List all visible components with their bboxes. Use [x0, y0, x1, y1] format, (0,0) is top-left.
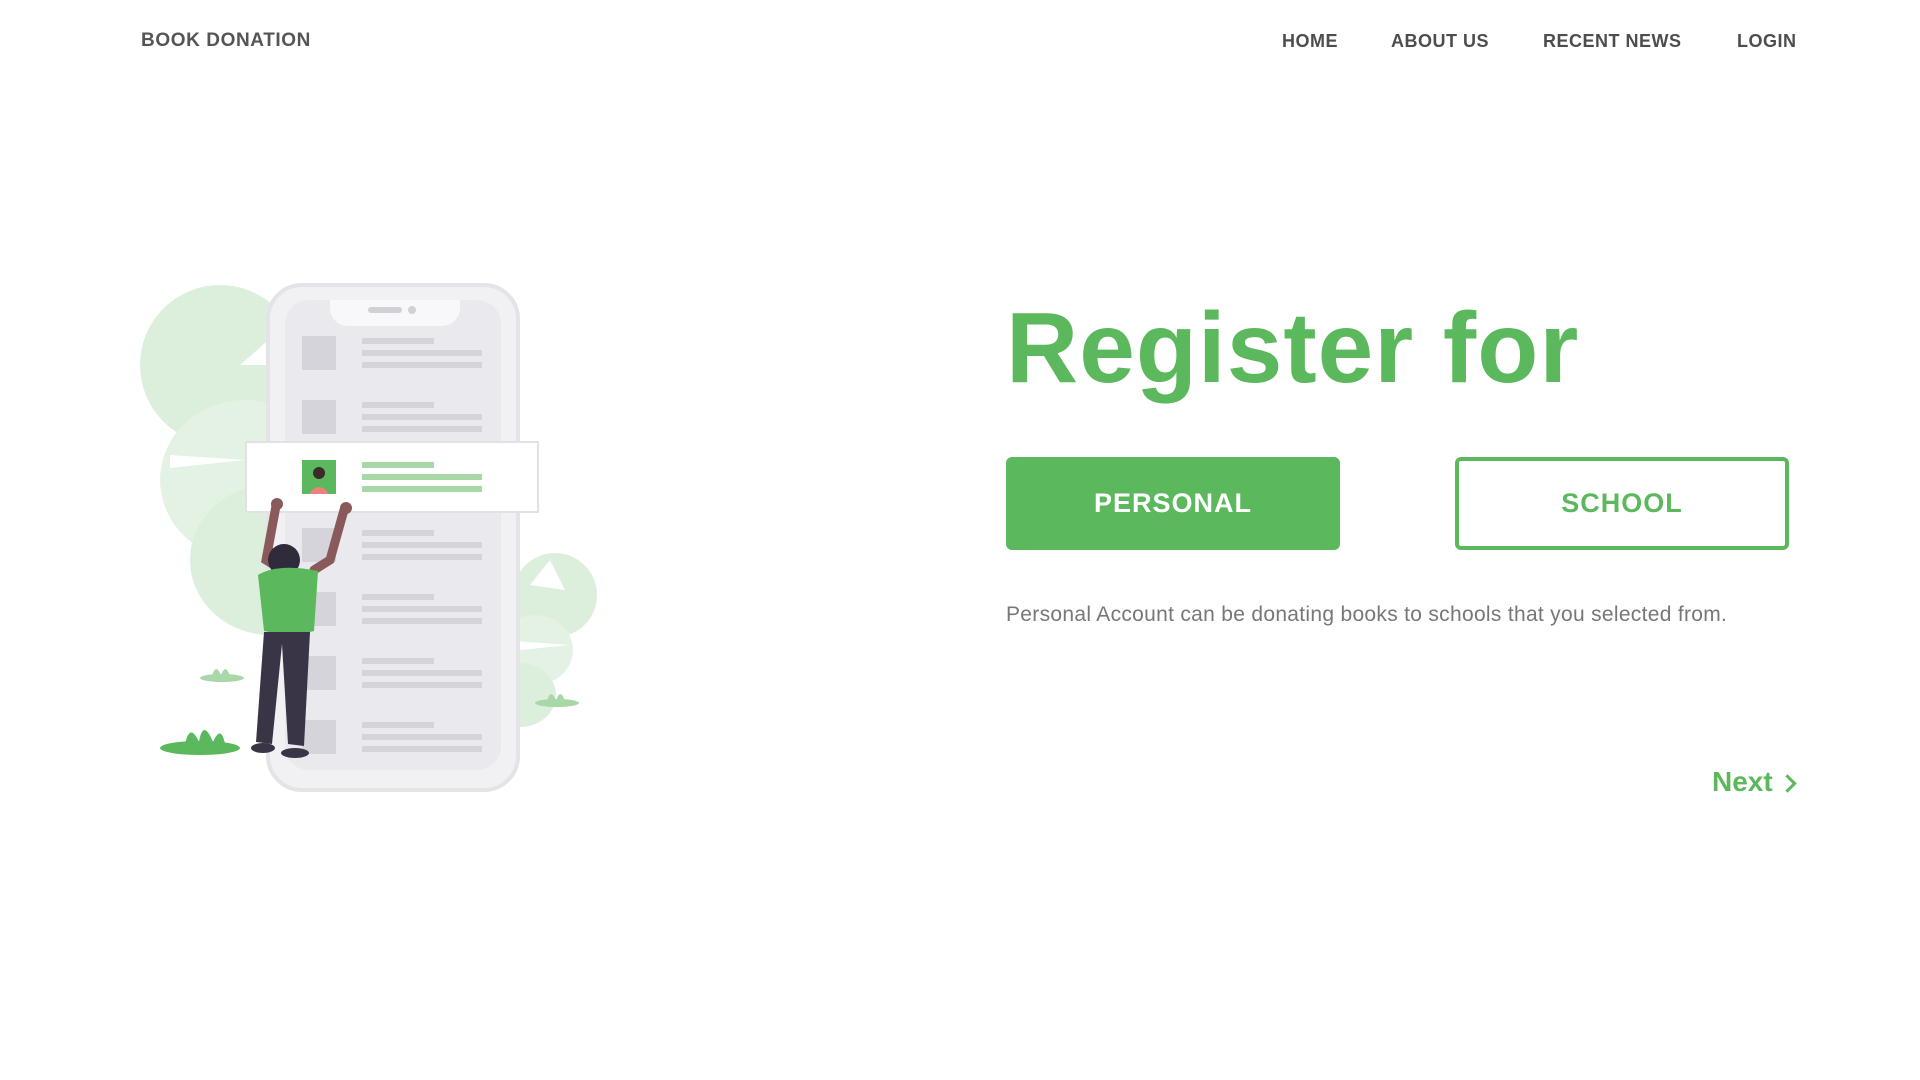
- account-type-description: Personal Account can be donating books t…: [1006, 603, 1728, 626]
- nav-recent-news[interactable]: RECENT NEWS: [1543, 31, 1682, 52]
- nav-about-us[interactable]: ABOUT US: [1391, 31, 1489, 52]
- nav-home[interactable]: HOME: [1282, 31, 1338, 52]
- nav-login[interactable]: LOGIN: [1737, 31, 1797, 52]
- page-title: Register for: [1006, 292, 1580, 404]
- next-button[interactable]: Next: [1712, 766, 1797, 798]
- brand-logo[interactable]: BOOK DONATION: [141, 30, 311, 52]
- school-option-button[interactable]: SCHOOL: [1455, 457, 1789, 550]
- personal-option-button[interactable]: PERSONAL: [1006, 457, 1340, 550]
- next-label: Next: [1712, 766, 1773, 797]
- top-navbar: BOOK DONATION HOME ABOUT US RECENT NEWS …: [0, 0, 1920, 84]
- chevron-right-icon: [1778, 773, 1797, 793]
- selected-card-icon: [245, 441, 539, 513]
- person-reaching-phone-list-illustration: [140, 283, 597, 792]
- page: BOOK DONATION HOME ABOUT US RECENT NEWS …: [0, 0, 1920, 1080]
